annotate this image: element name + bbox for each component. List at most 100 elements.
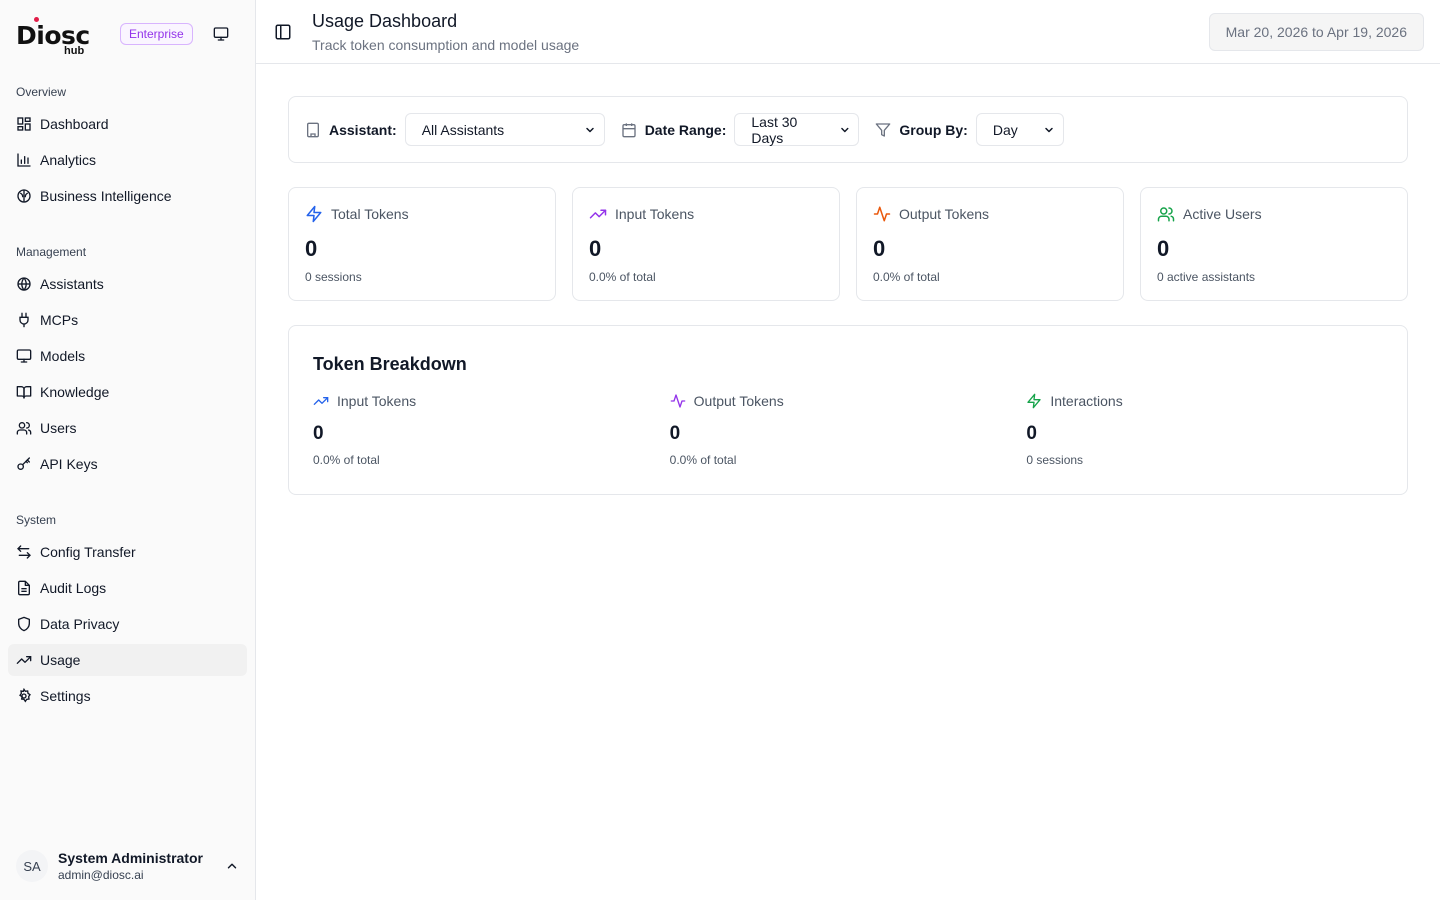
user-info: System Administrator admin@diosc.ai	[58, 850, 215, 882]
sidebar-item-label: Config Transfer	[40, 544, 136, 560]
sidebar-item-label: Audit Logs	[40, 580, 107, 596]
users-icon	[1157, 207, 1175, 222]
page-subtitle: Track token consumption and model usage	[312, 37, 580, 53]
book-icon	[16, 384, 32, 400]
chevron-down-icon	[840, 127, 849, 132]
monitor-icon	[16, 348, 32, 364]
sidebar-item-models[interactable]: Models	[8, 340, 247, 372]
sidebar-item-config-transfer[interactable]: Config Transfer	[8, 536, 247, 568]
edition-badge: Enterprise	[120, 23, 193, 45]
date-range-filter: Date Range: Last 30 Days	[621, 113, 860, 146]
stat-value: 0	[873, 236, 886, 261]
building-icon	[307, 122, 319, 137]
sidebar-item-data-privacy[interactable]: Data Privacy	[8, 608, 247, 640]
stat-value: 0	[589, 236, 602, 261]
token-breakdown-card: Token Breakdown Input Tokens 0 0.0% of t…	[288, 325, 1408, 495]
sidebar-item-label: MCPs	[40, 312, 79, 328]
sidebar-item-knowledge[interactable]: Knowledge	[8, 376, 247, 408]
sidebar-item-mcps[interactable]: MCPs	[8, 304, 247, 336]
sidebar-item-api-keys[interactable]: API Keys	[8, 448, 247, 480]
activity-icon	[873, 206, 891, 222]
sidebar-item-usage[interactable]: Usage	[8, 644, 247, 676]
nav-section-management: Management Assistants MCPs Models Knowle…	[0, 242, 255, 484]
stat-label: Total Tokens	[331, 206, 409, 222]
sidebar-toggle-icon[interactable]	[274, 23, 292, 41]
stat-sub: 0 active assistants	[1157, 270, 1256, 284]
file-text-icon	[16, 580, 32, 596]
trending-up-icon	[16, 652, 32, 668]
shield-icon	[16, 616, 32, 632]
activity-icon	[670, 394, 686, 408]
plug-icon	[16, 312, 32, 328]
main-content: Usage Dashboard Track token consumption …	[256, 0, 1440, 900]
brand-header: Diosc hub Enterprise	[0, 0, 255, 66]
sidebar-item-analytics[interactable]: Analytics	[8, 144, 247, 176]
group-by-select[interactable]: Day	[975, 113, 1064, 146]
nav-section-system: System Config Transfer Audit Logs Data P…	[0, 510, 255, 716]
breakdown-input-tokens: Input Tokens 0 0.0% of total	[313, 391, 670, 467]
sidebar-item-label: Settings	[40, 688, 91, 704]
breakdown-sub: 0.0% of total	[313, 453, 380, 467]
sidebar-item-audit-logs[interactable]: Audit Logs	[8, 572, 247, 604]
date-range-select[interactable]: Last 30 Days	[734, 113, 860, 146]
chevron-up-icon	[227, 863, 237, 869]
section-label-management: Management	[16, 245, 87, 259]
bar-chart-icon	[16, 152, 32, 168]
gear-icon	[16, 688, 32, 704]
sidebar-item-business-intelligence[interactable]: Business Intelligence	[8, 180, 247, 212]
breakdown-label: Input Tokens	[337, 393, 417, 409]
sidebar-item-label: Dashboard	[40, 116, 109, 132]
monitor-icon	[213, 27, 229, 41]
sidebar-item-label: Knowledge	[40, 384, 110, 400]
stat-value: 0	[1157, 236, 1170, 261]
user-email: admin@diosc.ai	[58, 868, 144, 882]
date-range-select-value: Last 30 Days	[751, 113, 798, 146]
breakdown-value: 0	[669, 423, 681, 444]
zap-icon	[306, 205, 322, 223]
trending-up-icon	[313, 397, 329, 405]
grid-icon	[16, 116, 32, 132]
stat-card-total-tokens: Total Tokens 0 0 sessions	[288, 187, 556, 301]
breakdown-label: Interactions	[1050, 393, 1123, 409]
stat-card-output-tokens: Output Tokens 0 0.0% of total	[856, 187, 1124, 301]
stats-row: Total Tokens 0 0 sessions Input Tokens 0…	[288, 187, 1408, 301]
assistant-select[interactable]: All Assistants	[404, 113, 605, 146]
chevron-down-icon	[1045, 127, 1053, 132]
group-by-label: Group By:	[899, 121, 968, 138]
stat-sub: 0 sessions	[305, 270, 362, 284]
app-logo[interactable]: Diosc hub	[16, 13, 94, 57]
sidebar-item-settings[interactable]: Settings	[8, 680, 247, 712]
group-by-select-value: Day	[992, 121, 1018, 138]
breakdown-title: Token Breakdown	[313, 354, 467, 374]
breakdown-interactions: Interactions 0 0 sessions	[1026, 391, 1383, 467]
stat-card-active-users: Active Users 0 0 active assistants	[1140, 187, 1408, 301]
display-toggle-button[interactable]	[211, 24, 231, 44]
breakdown-output-tokens: Output Tokens 0 0.0% of total	[670, 391, 1027, 467]
stat-label: Output Tokens	[899, 206, 990, 222]
sidebar-item-dashboard[interactable]: Dashboard	[8, 108, 247, 140]
date-range-label: Date Range:	[644, 121, 727, 138]
user-menu[interactable]: SA System Administrator admin@diosc.ai	[8, 842, 247, 890]
stat-sub: 0.0% of total	[873, 270, 940, 284]
zap-icon	[1027, 393, 1042, 409]
sidebar-item-label: Assistants	[40, 276, 104, 292]
stat-label: Input Tokens	[615, 206, 695, 222]
filter-icon	[876, 122, 891, 137]
breakdown-value: 0	[313, 423, 324, 444]
sidebar-item-label: Models	[40, 348, 86, 364]
sidebar-item-users[interactable]: Users	[8, 412, 247, 444]
sidebar-item-label: API Keys	[40, 456, 98, 472]
section-label-overview: Overview	[16, 85, 67, 99]
filter-bar: Assistant: All Assistants Date Range: La…	[288, 96, 1408, 163]
avatar: SA	[16, 850, 48, 882]
chevron-down-icon	[585, 127, 594, 132]
assistant-filter: Assistant: All Assistants	[305, 113, 605, 146]
group-by-filter: Group By: Day	[875, 113, 1064, 146]
breakdown-value: 0	[1026, 423, 1037, 444]
page-header: Usage Dashboard Track token consumption …	[256, 0, 1440, 64]
assistant-filter-label: Assistant:	[329, 121, 397, 138]
sidebar-item-assistants[interactable]: Assistants	[8, 268, 247, 300]
date-range-display[interactable]: Mar 20, 2026 to Apr 19, 2026	[1208, 13, 1424, 51]
users-icon	[16, 420, 32, 436]
stat-value: 0	[305, 236, 318, 261]
